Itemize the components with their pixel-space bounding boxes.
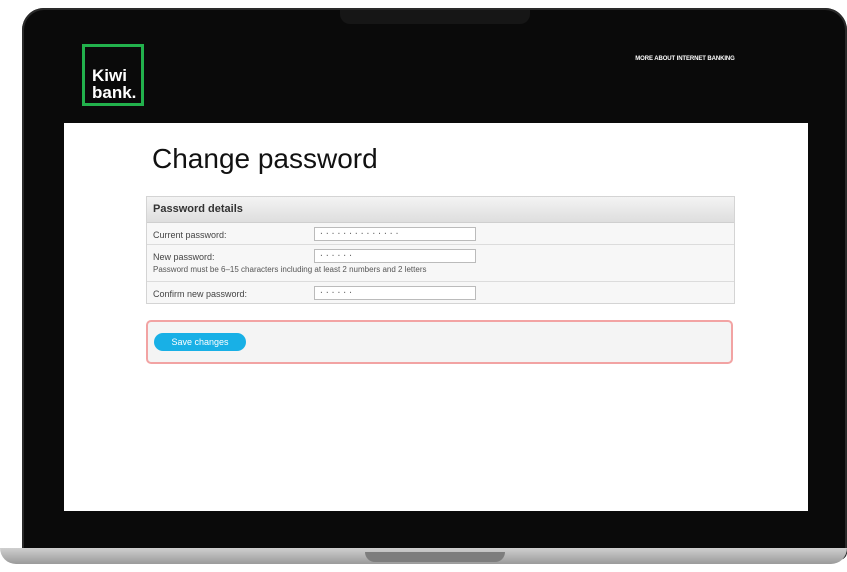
current-password-input[interactable]: ·············· — [314, 227, 476, 241]
save-actions-highlight: Save changes — [146, 320, 733, 364]
logo-line-1: Kiwi — [92, 66, 127, 85]
confirm-password-row: Confirm new password: ······ — [147, 282, 734, 303]
password-rules-hint: Password must be 6–15 characters includi… — [153, 265, 427, 274]
new-password-label: New password: — [153, 252, 215, 262]
main-content: Change password Password details Current… — [64, 123, 808, 511]
camera-bar — [340, 10, 530, 24]
panel-header: Password details — [147, 197, 734, 223]
password-details-panel: Password details Current password: ·····… — [146, 196, 735, 304]
save-changes-button[interactable]: Save changes — [154, 333, 246, 351]
current-password-label: Current password: — [153, 230, 227, 240]
confirm-password-label: Confirm new password: — [153, 289, 248, 299]
kiwibank-logo[interactable]: Kiwi bank. — [82, 44, 144, 106]
current-password-row: Current password: ·············· — [147, 223, 734, 245]
logo-line-2: bank. — [92, 83, 137, 102]
laptop-notch — [365, 552, 505, 562]
confirm-password-input[interactable]: ······ — [314, 286, 476, 300]
new-password-row: New password: ······ Password must be 6–… — [147, 245, 734, 282]
new-password-input[interactable]: ······ — [314, 249, 476, 263]
page-title: Change password — [152, 143, 378, 174]
more-about-internet-banking-link[interactable]: MORE ABOUT INTERNET BANKING — [600, 56, 770, 62]
